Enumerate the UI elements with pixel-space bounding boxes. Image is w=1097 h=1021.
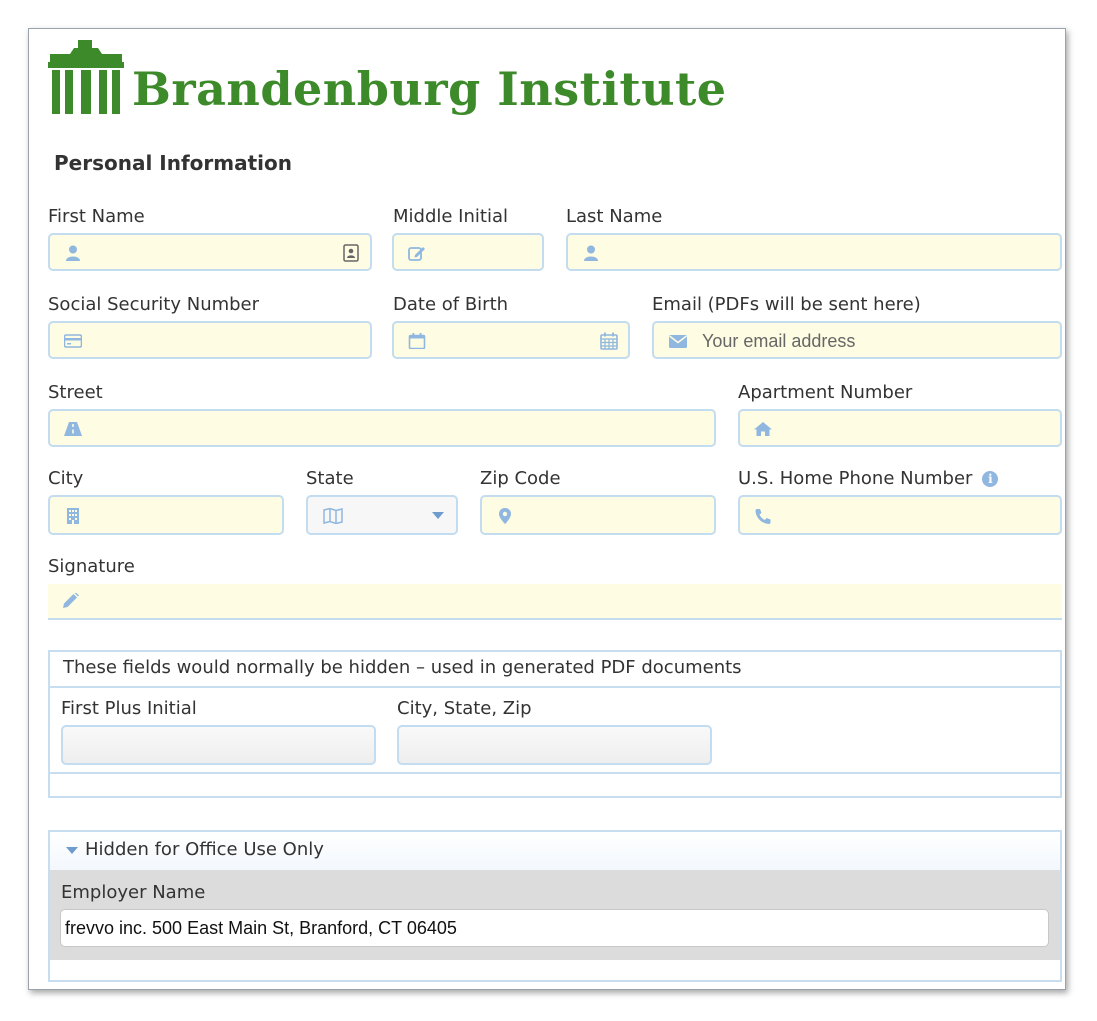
user-icon: [66, 245, 80, 261]
home-icon: [754, 422, 772, 436]
office-use-panel: Hidden for Office Use Only: [48, 830, 1062, 982]
state-label: State: [306, 468, 354, 489]
map-icon: [323, 508, 343, 524]
zip-input[interactable]: [480, 495, 716, 535]
office-panel-title: Hidden for Office Use Only: [85, 839, 324, 860]
phone-input[interactable]: [738, 495, 1062, 535]
city-label: City: [48, 468, 84, 489]
first-name-input[interactable]: [48, 233, 372, 271]
state-select[interactable]: [306, 495, 458, 535]
employer-name-input[interactable]: frevvo inc. 500 East Main St, Branford, …: [60, 909, 1049, 947]
brand-logo: Brandenburg Institute: [48, 40, 728, 125]
city-state-zip-label: City, State, Zip: [397, 698, 532, 719]
pdf-panel-title: These fields would normally be hidden – …: [63, 657, 742, 678]
email-input[interactable]: Your email address: [652, 321, 1062, 359]
dob-input[interactable]: [392, 321, 630, 359]
collapse-arrow-icon: [66, 847, 78, 854]
calendar-icon: [408, 333, 426, 349]
info-icon[interactable]: i: [982, 471, 999, 487]
last-name-label: Last Name: [566, 206, 663, 227]
first-name-label: First Name: [48, 206, 145, 227]
office-panel-header[interactable]: Hidden for Office Use Only: [50, 832, 1060, 872]
building-icon: [67, 508, 79, 524]
envelope-icon: [669, 335, 687, 348]
email-label: Email (PDFs will be sent here): [652, 294, 921, 315]
section-title: Personal Information: [54, 151, 292, 175]
calendar-grid-icon[interactable]: [600, 332, 618, 350]
city-state-zip-input[interactable]: [397, 725, 712, 765]
pdf-panel-header: These fields would normally be hidden – …: [50, 652, 1060, 688]
credit-card-icon: [64, 334, 82, 348]
ssn-input[interactable]: [48, 321, 372, 359]
chevron-down-icon: [432, 512, 444, 519]
city-input[interactable]: [48, 495, 284, 535]
middle-initial-label: Middle Initial: [393, 206, 508, 227]
employer-name-value: frevvo inc. 500 East Main St, Branford, …: [65, 918, 457, 938]
first-plus-initial-label: First Plus Initial: [61, 698, 197, 719]
phone-icon: [755, 509, 771, 524]
street-input[interactable]: [48, 409, 716, 447]
brandenburg-gate-icon: [48, 40, 124, 114]
road-icon: [64, 422, 82, 436]
apartment-input[interactable]: [738, 409, 1062, 447]
pdf-panel-footer: [50, 772, 1060, 796]
phone-label: U.S. Home Phone Number i: [738, 468, 999, 489]
phone-label-text: U.S. Home Phone Number: [738, 468, 973, 489]
signature-label: Signature: [48, 556, 135, 577]
user-icon: [584, 245, 598, 261]
contact-card-icon: [343, 244, 359, 262]
first-plus-initial-input[interactable]: [61, 725, 376, 765]
pdf-fields-panel: These fields would normally be hidden – …: [48, 650, 1062, 798]
pencil-icon: [63, 593, 79, 608]
middle-initial-input[interactable]: [392, 233, 544, 271]
apartment-label: Apartment Number: [738, 382, 913, 403]
employer-name-label: Employer Name: [61, 882, 206, 903]
email-placeholder: Your email address: [702, 331, 856, 351]
last-name-input[interactable]: [566, 233, 1062, 271]
ssn-label: Social Security Number: [48, 294, 260, 315]
brand-name: Brandenburg Institute: [132, 62, 727, 116]
signature-pad[interactable]: [48, 584, 1062, 620]
map-marker-icon: [499, 508, 511, 524]
dob-label: Date of Birth: [393, 294, 509, 315]
street-label: Street: [48, 382, 103, 403]
zip-label: Zip Code: [480, 468, 561, 489]
edit-icon: [408, 247, 425, 261]
